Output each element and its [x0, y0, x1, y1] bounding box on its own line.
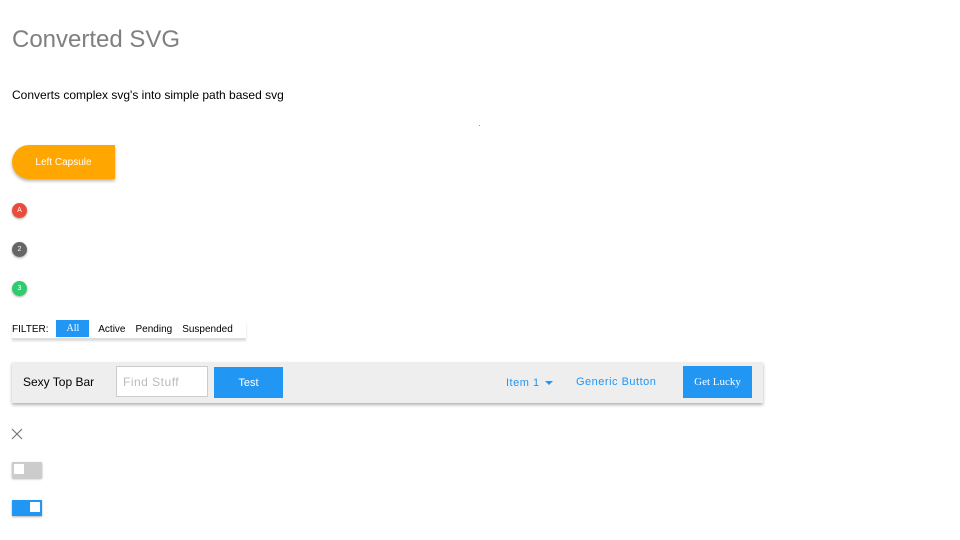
toggle-knob — [30, 502, 40, 512]
search-input[interactable] — [116, 366, 208, 397]
left-capsule-button[interactable]: Left Capsule — [12, 145, 115, 179]
filter-option-active[interactable]: Active — [93, 324, 130, 335]
toggle-switch-on[interactable] — [12, 500, 42, 516]
get-lucky-button[interactable]: Get Lucky — [683, 366, 752, 398]
item-dropdown[interactable]: Item 1 — [506, 377, 553, 389]
badge-2: 2 — [12, 242, 27, 257]
top-bar-title: Sexy Top Bar — [23, 375, 95, 389]
filter-option-suspended[interactable]: Suspended — [177, 324, 238, 335]
close-icon[interactable] — [11, 427, 23, 440]
caret-down-icon — [544, 381, 553, 385]
badge-a: A — [12, 203, 27, 218]
top-bar: Sexy Top Bar Test Item 1 Generic Button … — [12, 362, 763, 403]
filter-option-all[interactable]: All — [56, 319, 90, 337]
toggle-knob — [14, 464, 24, 474]
filter-label: FILTER: — [12, 324, 49, 335]
filter-option-pending[interactable]: Pending — [131, 324, 178, 335]
page-subtitle: Converts complex svg's into simple path … — [12, 88, 284, 102]
filter-bar: FILTER: All Active Pending Suspended — [12, 319, 246, 339]
decorative-dot — [479, 125, 480, 126]
toggle-switch-off[interactable] — [12, 462, 42, 478]
badge-3: 3 — [12, 281, 27, 296]
page: Converted SVG Converts complex svg's int… — [0, 0, 960, 540]
generic-button[interactable]: Generic Button — [576, 376, 656, 388]
item-dropdown-label: Item 1 — [506, 377, 540, 389]
test-button[interactable]: Test — [214, 367, 283, 398]
page-title: Converted SVG — [12, 26, 181, 53]
